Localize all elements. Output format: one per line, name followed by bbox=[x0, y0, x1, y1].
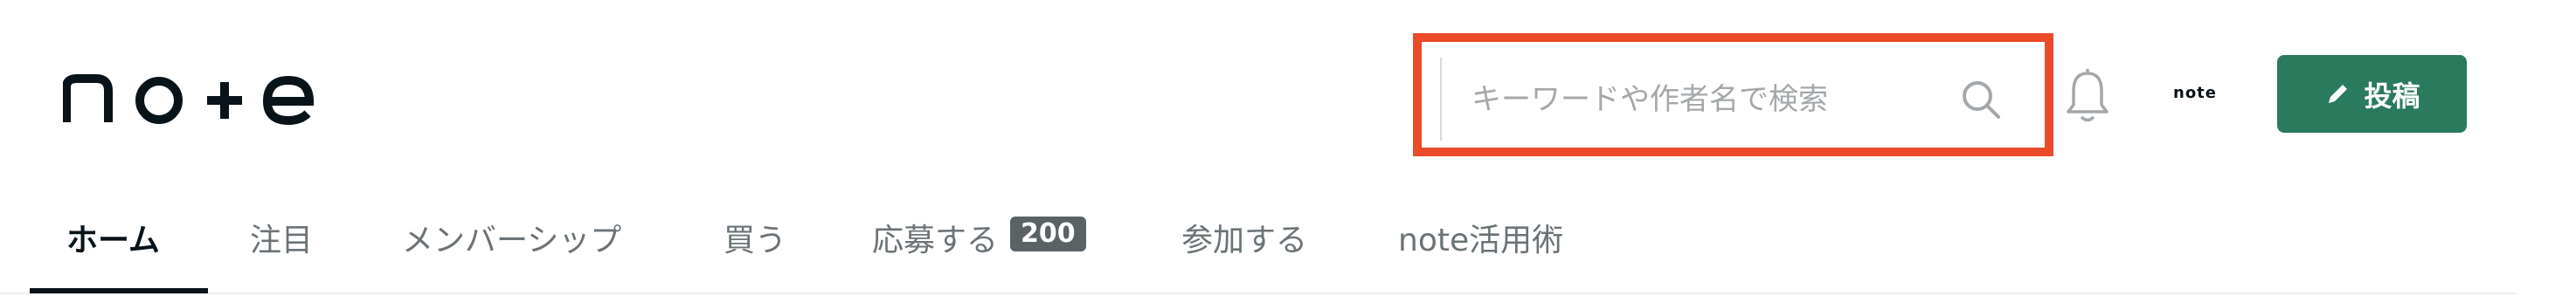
post-button-label: 投稿 bbox=[2364, 79, 2420, 113]
active-tab-indicator bbox=[30, 288, 208, 293]
tab-label: 参加する bbox=[1181, 223, 1308, 258]
tab-featured[interactable]: 注目 bbox=[250, 206, 313, 293]
avatar[interactable]: note bbox=[2158, 75, 2232, 110]
search-field bbox=[1440, 58, 2032, 141]
apply-count-badge: 200 bbox=[1010, 217, 1086, 251]
search-icon[interactable] bbox=[1959, 78, 2003, 121]
tab-label: 注目 bbox=[250, 223, 314, 258]
tab-label: 応募する bbox=[872, 223, 999, 258]
tab-apply[interactable]: 応募する 200 bbox=[872, 206, 1086, 293]
tab-home[interactable]: ホーム bbox=[66, 206, 160, 293]
search-input[interactable] bbox=[1472, 72, 1961, 126]
post-button[interactable]: 投稿 bbox=[2277, 55, 2467, 133]
bell-icon[interactable] bbox=[2064, 68, 2111, 124]
tab-nav: ホーム 注目 メンバーシップ 買う 応募する 200 参加する note活用術 bbox=[0, 206, 2517, 296]
pen-icon bbox=[2329, 84, 2348, 103]
tab-join[interactable]: 参加する bbox=[1181, 206, 1307, 293]
tab-label: 買う bbox=[724, 223, 787, 258]
tab-note-tips[interactable]: note活用術 bbox=[1398, 206, 1563, 293]
tab-label: note活用術 bbox=[1398, 223, 1564, 258]
tabs-divider bbox=[0, 293, 2517, 294]
note-logo[interactable] bbox=[63, 65, 316, 126]
note-logo-icon bbox=[63, 74, 315, 126]
tab-membership[interactable]: メンバーシップ bbox=[402, 206, 621, 293]
tab-label: ホーム bbox=[66, 223, 160, 258]
tab-buy[interactable]: 買う bbox=[724, 206, 786, 293]
tab-label: メンバーシップ bbox=[402, 223, 622, 258]
avatar-label: note bbox=[2173, 83, 2217, 102]
site-header: note 投稿 ホーム 注目 メンバーシップ 買う 応募する 200 参加する bbox=[0, 0, 2576, 296]
